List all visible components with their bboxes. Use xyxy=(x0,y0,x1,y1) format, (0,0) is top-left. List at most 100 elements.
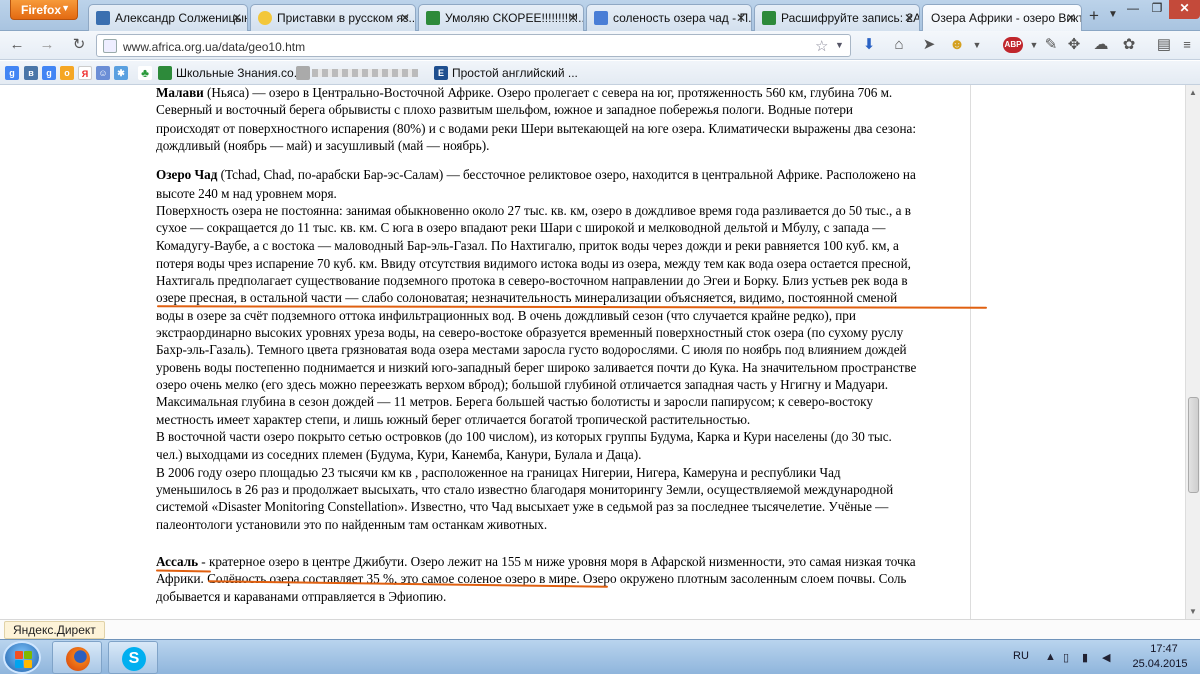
scroll-up-icon[interactable]: ▲ xyxy=(1186,85,1200,100)
close-tab-icon[interactable]: ✕ xyxy=(736,11,746,25)
google-favicon-icon xyxy=(594,11,608,25)
bookmark-label[interactable]: Школьные Знания.co... xyxy=(176,66,304,80)
windows-logo-icon xyxy=(15,660,23,668)
taskbar-skype[interactable]: S xyxy=(108,641,158,674)
article-line: Бахр-эль-Газаль). Темного цвета грязнова… xyxy=(156,342,907,358)
adblock-icon[interactable]: ABP xyxy=(1003,37,1023,53)
line-text: Поверхность озера не постоянна: занимая … xyxy=(156,203,911,218)
home-icon[interactable]: ⌂ xyxy=(890,36,908,54)
list-all-tabs-icon[interactable]: ▼ xyxy=(1108,9,1118,20)
history-dropdown-icon[interactable]: ▼ xyxy=(835,40,844,50)
page-content: Малави (Ньяса) — озеро в Центрально-Вост… xyxy=(0,85,1185,619)
forward-icon[interactable]: → xyxy=(38,36,56,54)
tab-title: Александр Солженицын... xyxy=(115,11,247,25)
tools-addon-icon[interactable]: ✎ xyxy=(1042,36,1060,54)
article-line: Максимальная глубина в сезон дождей — 11… xyxy=(156,394,873,410)
tab-4[interactable]: соленость озера чад - П... ✕ xyxy=(586,4,752,31)
tab-2[interactable]: Приставки в русском яз... ✕ xyxy=(250,4,416,31)
yandex-direct-label[interactable]: Яндекс.Директ xyxy=(4,621,105,639)
bookmark-label[interactable]: Простой английский ... xyxy=(452,66,578,80)
bookmark-icon[interactable]: ✱ xyxy=(114,66,128,80)
scroll-thumb[interactable] xyxy=(1188,397,1199,493)
tab-1[interactable]: Александр Солженицын... ✕ xyxy=(88,4,248,31)
volume-icon[interactable]: ◀ xyxy=(1102,651,1110,664)
znanija-bookmark-icon[interactable] xyxy=(158,66,172,80)
tree-bookmark-icon[interactable]: ♣ xyxy=(138,66,152,80)
chat-addon-icon[interactable]: ☁ xyxy=(1092,36,1110,54)
article-line: уровень воды постепенно поднимается и ни… xyxy=(156,360,916,376)
article-line: озере пресная, в остальной части — слабо… xyxy=(156,290,897,306)
vertical-scrollbar[interactable]: ▲ ▼ xyxy=(1185,85,1200,619)
battery-icon[interactable]: ▯ xyxy=(1063,651,1069,664)
close-window-button[interactable]: ✕ xyxy=(1169,0,1200,19)
line-text: В восточной части озеро покрыто сетью ос… xyxy=(156,429,892,444)
smiley-favicon-icon xyxy=(258,11,272,25)
close-tab-icon[interactable]: ✕ xyxy=(232,11,242,25)
google-bookmark-icon[interactable]: g xyxy=(5,66,19,80)
article-line: высоте 240 м над уровнем моря. xyxy=(156,186,337,202)
navigation-toolbar: ← → ↻ www.africa.org.ua/data/geo10.htm ☆… xyxy=(0,31,1200,60)
puzzle-addon-icon[interactable]: ✥ xyxy=(1065,36,1083,54)
line-text: уменьшилось в 26 раз и продолжает высыха… xyxy=(156,482,894,497)
dropdown-icon[interactable]: ▼ xyxy=(1025,36,1043,54)
article-line: чел.) выходцами из соседних племен (Буду… xyxy=(156,447,641,463)
address-bar[interactable]: www.africa.org.ua/data/geo10.htm ☆ ▼ xyxy=(96,34,851,57)
tab-3[interactable]: Умоляю СКОРЕЕ!!!!!!!!!!!... ✕ xyxy=(418,4,584,31)
addon-icon[interactable]: ✿ xyxy=(1120,36,1138,54)
tray-expand-icon[interactable]: ▲ xyxy=(1045,651,1056,663)
bookmark-icon[interactable]: ☺ xyxy=(96,66,110,80)
line-text: озеро очень мелко (его здесь можно перее… xyxy=(156,377,889,392)
article-line: добывается и караванами отправляется в Э… xyxy=(156,589,446,605)
scroll-down-icon[interactable]: ▼ xyxy=(1186,604,1200,619)
start-button[interactable] xyxy=(3,641,41,674)
close-tab-icon[interactable]: ✕ xyxy=(1066,11,1076,25)
send-icon[interactable]: ➤ xyxy=(920,36,938,54)
vk-bookmark-icon[interactable]: в xyxy=(24,66,38,80)
article-line: системой «Disaster Monitoring Constellat… xyxy=(156,499,888,515)
article-line: Ассаль - кратерное озеро в центре Джибут… xyxy=(156,554,916,570)
close-tab-icon[interactable]: ✕ xyxy=(400,11,410,25)
line-text: озере пресная, в остальной части — слабо… xyxy=(156,290,898,305)
lake-name: Озеро Чад xyxy=(156,167,218,182)
dropdown-icon[interactable]: ▼ xyxy=(968,36,986,54)
tab-6-active[interactable]: Озера Африки - озеро Викт... ✕ xyxy=(922,4,1082,32)
windows-logo-icon xyxy=(24,660,32,668)
clock-date[interactable]: 25.04.2015 xyxy=(1130,658,1190,670)
url-text[interactable]: www.africa.org.ua/data/geo10.htm xyxy=(123,40,305,54)
line-text: В 2006 году озеро площадью 23 тысячи км … xyxy=(156,465,841,480)
article-line: происходят от поверхностного испарения (… xyxy=(156,121,916,137)
column-divider xyxy=(970,85,971,619)
reload-icon[interactable]: ↻ xyxy=(70,36,88,54)
line-text: сухое — сокращается до 11 тыс. кв. км. С… xyxy=(156,220,886,235)
taskbar-firefox[interactable] xyxy=(52,641,102,674)
maximize-button[interactable]: ❐ xyxy=(1145,0,1169,19)
close-tab-icon[interactable]: ✕ xyxy=(568,11,578,25)
clipboard-icon[interactable]: ▤ xyxy=(1155,36,1173,54)
bookmark-star-icon[interactable]: ☆ xyxy=(815,37,828,55)
downloads-icon[interactable]: ⬇ xyxy=(860,36,878,54)
smiley-addon-icon[interactable]: ☻ xyxy=(948,36,966,54)
line-text: палеонтологи установили это по найденным… xyxy=(156,517,548,532)
clock-time[interactable]: 17:47 xyxy=(1140,643,1188,655)
language-indicator[interactable]: RU xyxy=(1013,650,1029,662)
line-text: Нахтигаль предполагает существование под… xyxy=(156,273,908,288)
minimize-button[interactable]: — xyxy=(1121,0,1145,19)
odnoklassniki-bookmark-icon[interactable]: о xyxy=(60,66,74,80)
line-text: Северный и восточный берега обрывисты с … xyxy=(156,102,853,117)
article-line: уменьшилось в 26 раз и продолжает высыха… xyxy=(156,482,893,498)
close-tab-icon[interactable]: ✕ xyxy=(904,11,914,25)
line-text: системой «Disaster Monitoring Constellat… xyxy=(156,499,889,514)
article-line: воды в озере за счёт подземного оттока и… xyxy=(156,308,856,324)
firefox-menu-button[interactable]: Firefox ▼ xyxy=(10,0,78,20)
back-icon[interactable]: ← xyxy=(8,36,26,54)
english-bookmark-icon[interactable]: E xyxy=(434,66,448,80)
network-icon[interactable]: ▮ xyxy=(1082,651,1088,664)
article-line: палеонтологи установили это по найденным… xyxy=(156,517,547,533)
yandex-bookmark-icon[interactable]: Я xyxy=(78,66,92,80)
menu-icon[interactable]: ≡ xyxy=(1178,36,1196,54)
line-text: происходят от поверхностного испарения (… xyxy=(156,121,916,136)
tab-5[interactable]: Расшифруйте запись: 2А... ✕ xyxy=(754,4,920,31)
google-bookmark-icon[interactable]: g xyxy=(42,66,56,80)
new-tab-button[interactable]: + xyxy=(1083,6,1105,28)
bookmark-icon[interactable] xyxy=(296,66,310,80)
